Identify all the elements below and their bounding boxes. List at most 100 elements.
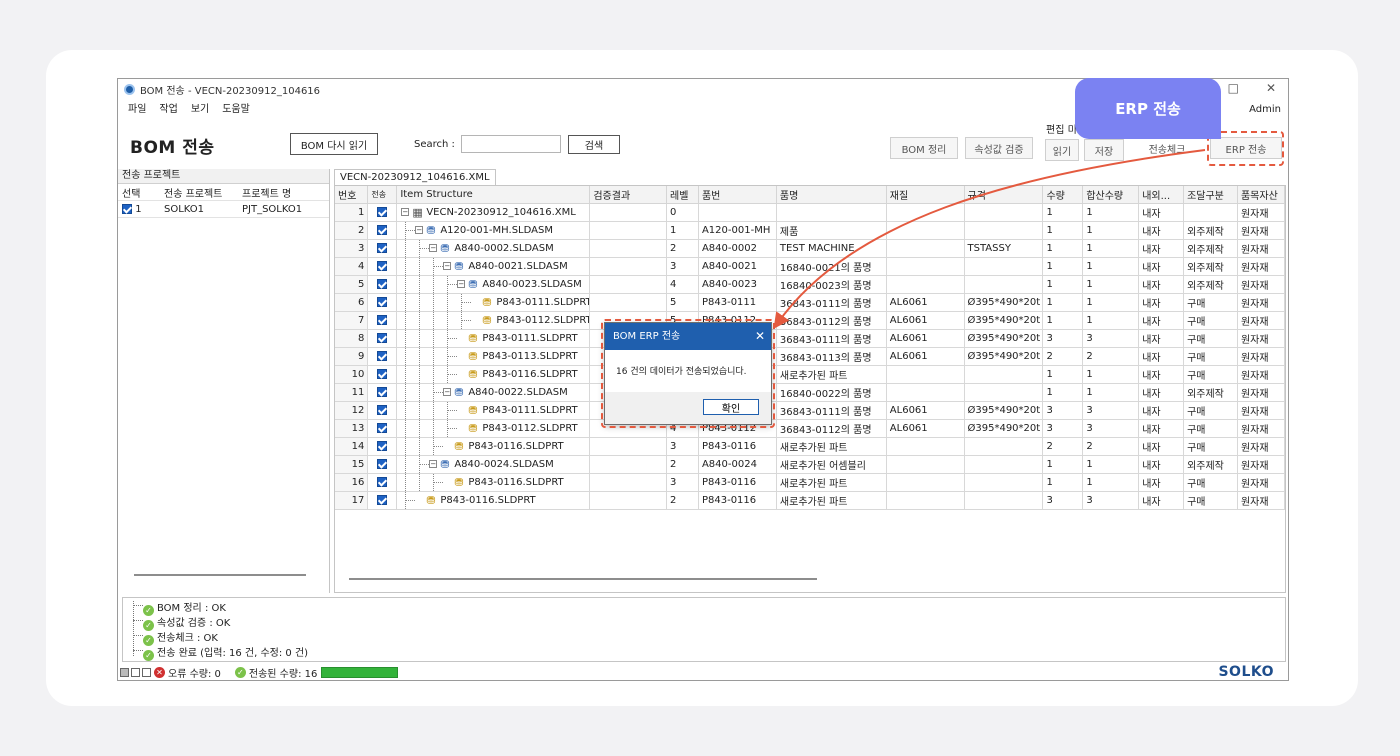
grid-column-header[interactable]: 검증결과 [589, 186, 668, 204]
grid-column-header[interactable]: 품번 [698, 186, 777, 204]
table-row[interactable]: 16 ⛃ P843-0116.SLDPRT 3 P843-0116 새로추가된 파트 1 1 내… [335, 473, 1285, 492]
grid-column-header[interactable]: 합산수량 [1082, 186, 1140, 204]
filter-checked-icon[interactable] [131, 668, 140, 677]
cell-material [886, 239, 965, 258]
table-row[interactable]: 4 − ⛃ A840-0021.SLDASM 3 A840-0021 16840-0021의… [335, 257, 1285, 276]
save-button[interactable]: 저장 [1084, 139, 1124, 161]
part-icon: ⛃ [482, 295, 492, 309]
table-row[interactable]: 14 ⛃ P843-0116.SLDPRT 3 P843-0116 새로추가된 파트 2 2 내… [335, 437, 1285, 456]
table-row[interactable]: 9⛃P843-0113.SLDPRT4P843-011336843-0113의 … [335, 347, 1285, 366]
part-icon: ⛃ [468, 331, 478, 345]
menu-action[interactable]: 작업 [159, 100, 177, 118]
read-button[interactable]: 읽기 [1045, 139, 1079, 161]
cell-asset: 원자재 [1237, 221, 1285, 240]
tree-collapse-icon[interactable]: − [457, 279, 466, 288]
send-checkbox[interactable] [377, 350, 388, 361]
table-row[interactable]: 17 ⛃ P843-0116.SLDPRT 2 P843-0116 새로추가된 파트 3 3 내… [335, 491, 1285, 510]
table-row[interactable]: 10⛃P843-0116.SLDPRT4P843-0116새로추가된 파트11내… [335, 365, 1285, 384]
table-row[interactable]: 2− ⛃ A120-001-MH.SLDASM 1 A120-001-MH 제품 1 1 내자 외… [335, 221, 1285, 240]
filter-all-icon[interactable] [120, 668, 129, 677]
col-select[interactable]: 선택 [118, 185, 160, 200]
bom-grid: 번호 전송 Item Structure 검증결과 레벨 품번 품명 재질 규격 수량 합산수량 내외… [334, 185, 1286, 593]
tree-collapse-icon[interactable]: − [443, 387, 452, 396]
send-checkbox[interactable] [377, 494, 388, 505]
cell-asset: 원자재 [1237, 491, 1285, 510]
send-checkbox[interactable] [377, 476, 388, 487]
menu-file[interactable]: 파일 [128, 100, 146, 118]
item-label: A840-0024.SLDASM [454, 458, 554, 470]
item-label: P843-0111.SLDPRT [496, 296, 590, 308]
grid-column-header[interactable]: 재질 [886, 186, 965, 204]
col-project-name[interactable]: 프로젝트 명 [238, 185, 328, 200]
send-checkbox[interactable] [377, 422, 388, 433]
tree-collapse-icon[interactable]: − [443, 261, 452, 270]
table-row[interactable]: 7 ⛃ P843-0112.SLDPRT 5 P843-0112 36843-0112의 … [335, 311, 1285, 330]
cell-inout: 내자 [1138, 347, 1185, 366]
project-row[interactable]: 1 SOLKO1 PJT_SOLKO1 [118, 201, 329, 218]
table-row[interactable]: 3 − ⛃ A840-0002.SLDASM 2 A840-0002 TEST MACHIN… [335, 239, 1285, 258]
item-label: A120-001-MH.SLDASM [440, 224, 553, 236]
grid-column-header[interactable]: 수량 [1042, 186, 1084, 204]
cell-sum: 1 [1082, 203, 1140, 222]
table-row[interactable]: 15 − ⛃ A840-0024.SLDASM 2 A840-0024 새로추가된 어셈블리… [335, 455, 1285, 474]
tree-collapse-icon[interactable]: − [429, 243, 438, 252]
tree-collapse-icon[interactable]: − [415, 225, 424, 234]
tree-collapse-icon[interactable]: − [429, 459, 438, 468]
filter-unchecked-icon[interactable] [142, 668, 151, 677]
table-row[interactable]: 11−⛃A840-0022.SLDASM3A840-002216840-0022… [335, 383, 1285, 402]
table-row[interactable]: 13 ⛃ P843-0112.SLDPRT 4 P843-0112 36843-0112의… [335, 419, 1285, 438]
table-row[interactable]: 5 − ⛃ A840-0023.SLDASM 4 A840-0023 16840-0023의… [335, 275, 1285, 294]
menu-help[interactable]: 도움말 [222, 100, 250, 118]
grid-column-header[interactable]: 조달구분 [1183, 186, 1238, 204]
cell-material [886, 491, 965, 510]
reload-bom-button[interactable]: BOM 다시 읽기 [290, 133, 378, 155]
grid-column-header[interactable]: 내외... [1138, 186, 1185, 204]
grid-column-header[interactable]: Item Structure [396, 186, 591, 204]
grid-scrollbar[interactable] [349, 578, 817, 580]
file-tab[interactable]: VECN-20230912_104616.XML [334, 169, 496, 185]
send-checkbox[interactable] [377, 458, 388, 469]
send-checkbox[interactable] [377, 296, 388, 307]
bom-clean-button[interactable]: BOM 정리 [890, 137, 958, 159]
grid-column-header[interactable]: 전송 [367, 186, 398, 204]
part-icon: ⛃ [468, 349, 478, 363]
send-checkbox[interactable] [377, 278, 388, 289]
grid-column-header[interactable]: 품목자산 [1237, 186, 1285, 204]
tree-collapse-icon[interactable]: − [401, 207, 410, 216]
cell-spec [964, 473, 1044, 492]
grid-column-header[interactable]: 번호 [335, 186, 369, 204]
search-button[interactable]: 검색 [568, 135, 620, 154]
table-row[interactable]: 1− ▦ VECN-20230912_104616.XML 0 1 1 내자 원자재 [335, 203, 1285, 222]
send-checkbox[interactable] [377, 206, 388, 217]
table-row[interactable]: 8⛃P843-0111.SLDPRT4P843-011136843-0111의 … [335, 329, 1285, 348]
grid-column-header[interactable]: 규격 [964, 186, 1044, 204]
table-row[interactable]: 6 ⛃ P843-0111.SLDPRT 5 P843-0111 36843-0111의 … [335, 293, 1285, 312]
grid-column-header[interactable]: 품명 [776, 186, 887, 204]
cell-spec [964, 257, 1044, 276]
col-project[interactable]: 전송 프로젝트 [160, 185, 238, 200]
project-checkbox[interactable] [122, 203, 132, 214]
send-checkbox[interactable] [377, 440, 388, 451]
cell-asset: 원자재 [1237, 347, 1285, 366]
maximize-icon[interactable]: □ [1228, 81, 1239, 95]
send-checkbox[interactable] [377, 314, 388, 325]
row-number: 1 [335, 203, 369, 222]
send-checkbox[interactable] [377, 332, 388, 343]
close-icon[interactable]: ✕ [1266, 81, 1276, 95]
attr-validate-button[interactable]: 속성값 검증 [965, 137, 1033, 159]
cell-spec [964, 491, 1044, 510]
send-checkbox[interactable] [377, 242, 388, 253]
send-checkbox[interactable] [377, 224, 388, 235]
send-check-button[interactable]: 전송체크 [1132, 137, 1202, 159]
grid-column-header[interactable]: 레벨 [666, 186, 699, 204]
table-row[interactable]: 12⛃P843-0111.SLDPRT4P843-011136843-0111의… [335, 401, 1285, 420]
cell-proc: 외주제작 [1183, 221, 1238, 240]
send-checkbox[interactable] [377, 404, 388, 415]
send-checkbox-cell [367, 311, 398, 330]
send-checkbox[interactable] [377, 368, 388, 379]
send-checkbox[interactable] [377, 260, 388, 271]
search-input[interactable] [461, 135, 561, 153]
project-scrollbar[interactable] [134, 574, 306, 576]
send-checkbox[interactable] [377, 386, 388, 397]
menu-view[interactable]: 보기 [191, 100, 209, 118]
